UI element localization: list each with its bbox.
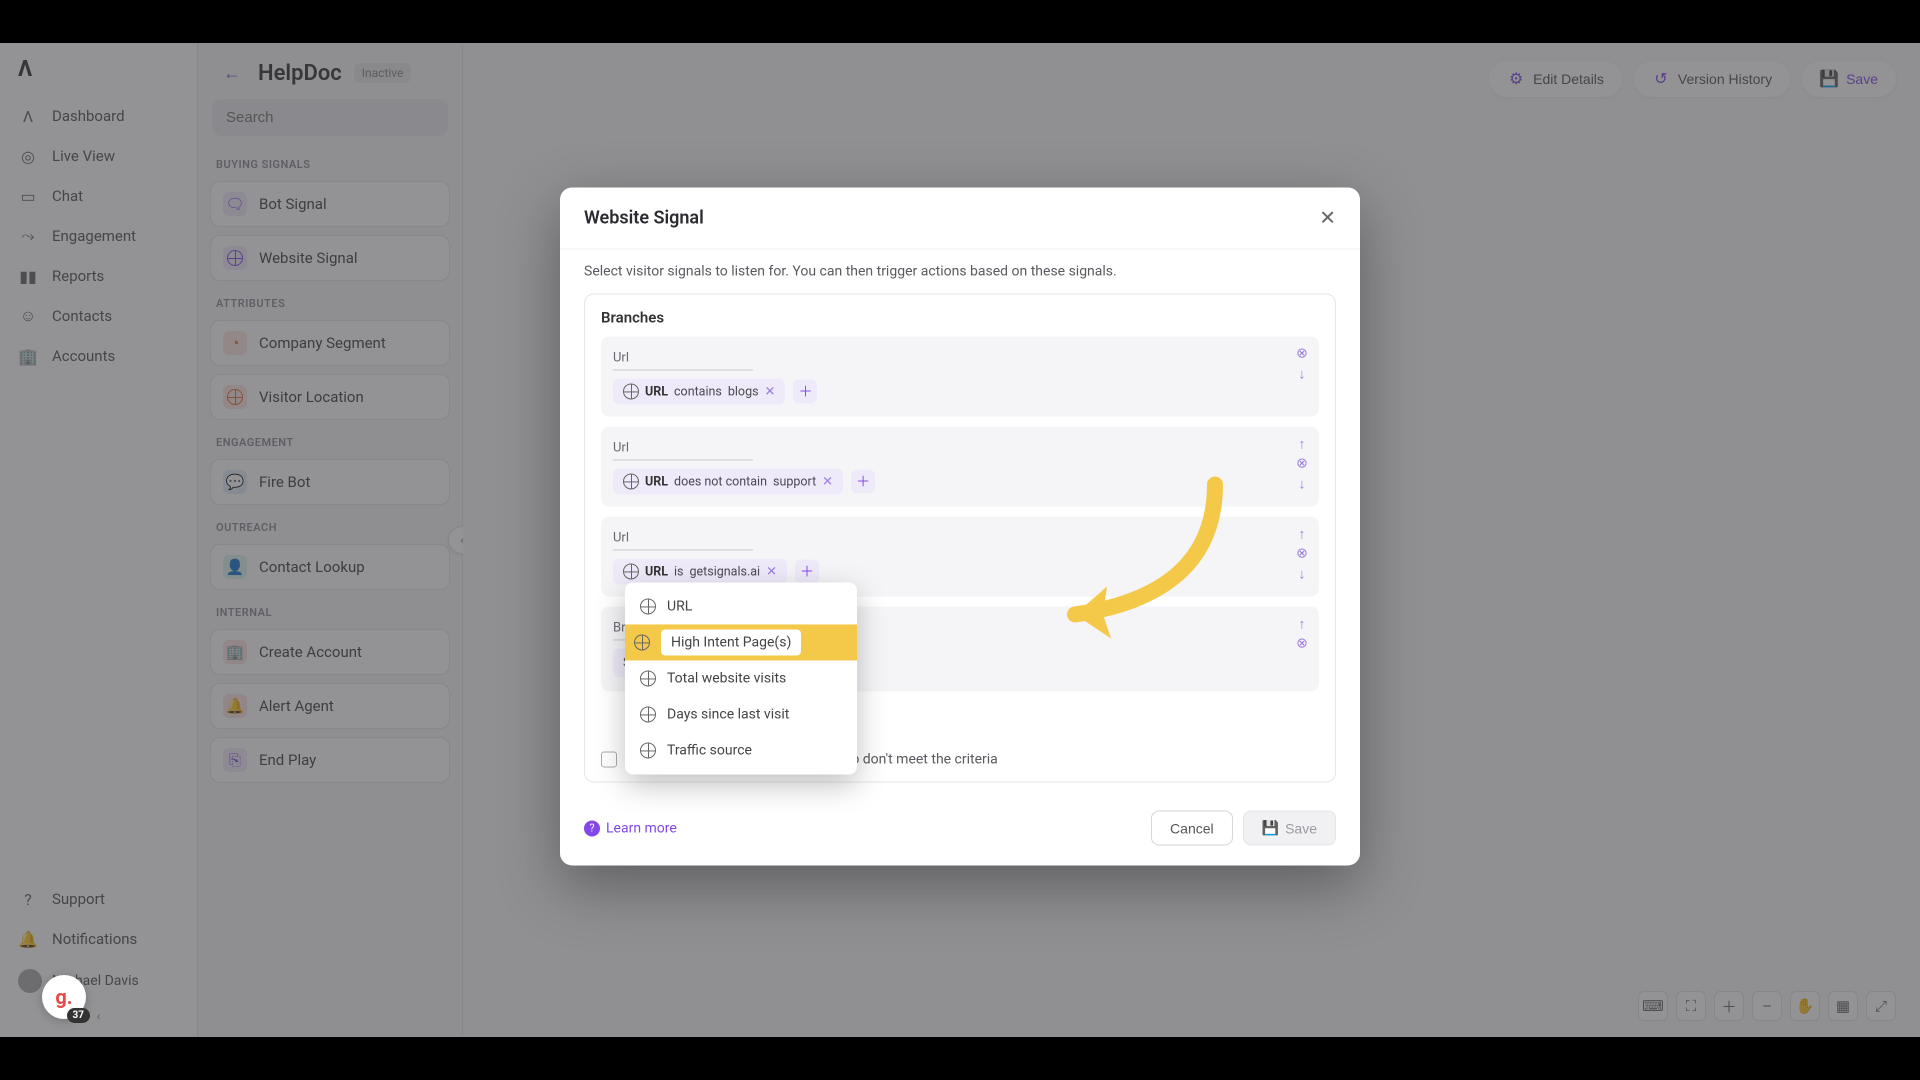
move-up-button[interactable]: ↑	[1293, 434, 1311, 452]
move-down-button[interactable]: ↓	[1293, 474, 1311, 492]
learn-more-link[interactable]: ? Learn more	[584, 820, 677, 836]
chip-val: support	[773, 474, 816, 489]
app-frame: Λ Λ Dashboard ◎ Live View ▭ Chat ⤳ Engag…	[0, 43, 1920, 1037]
cancel-button[interactable]: Cancel	[1151, 810, 1233, 845]
branch-label-input[interactable]: Url	[613, 348, 753, 370]
g-widget[interactable]: g. 37	[42, 975, 86, 1019]
branch-row: Url URL contains blogs ✕ ＋ ⊗ ↓	[601, 336, 1319, 416]
dropdown-label: URL	[667, 598, 692, 614]
dropdown-item-total-visits[interactable]: Total website visits	[625, 660, 857, 696]
chip-op: contains	[674, 384, 722, 399]
branch-label-input[interactable]: Url	[613, 438, 753, 460]
dropdown-item-high-intent[interactable]: High Intent Page(s)	[625, 624, 857, 660]
fallback-checkbox[interactable]	[601, 751, 617, 767]
chip-val: blogs	[728, 384, 759, 399]
chip-field: URL	[645, 474, 668, 489]
filter-chip[interactable]: URL contains blogs ✕	[613, 378, 785, 404]
dropdown-label: Total website visits	[667, 670, 786, 686]
remove-branch-button[interactable]: ⊗	[1293, 634, 1311, 652]
remove-chip-button[interactable]: ✕	[765, 384, 776, 399]
filter-dropdown: URL High Intent Page(s) Total website vi…	[625, 582, 857, 774]
learn-more-text: Learn more	[606, 820, 677, 836]
modal-save-button[interactable]: 💾 Save	[1243, 810, 1336, 845]
move-up-button[interactable]: ↑	[1293, 614, 1311, 632]
modal-footer: ? Learn more Cancel 💾 Save	[560, 796, 1360, 865]
globe-icon	[623, 563, 639, 579]
dropdown-item-url[interactable]: URL	[625, 588, 857, 624]
globe-icon	[633, 633, 651, 651]
add-filter-button[interactable]: ＋	[793, 379, 817, 403]
branches-box: Branches Url URL contains blogs ✕ ＋ ⊗	[584, 293, 1336, 782]
save-icon: 💾	[1262, 819, 1279, 836]
modal-title: Website Signal	[584, 207, 704, 228]
globe-icon	[639, 669, 657, 687]
dropdown-label: Days since last visit	[667, 706, 789, 722]
chip-op: is	[674, 564, 684, 579]
remove-chip-button[interactable]: ✕	[822, 474, 833, 489]
save-label: Save	[1285, 820, 1317, 836]
globe-icon	[639, 597, 657, 615]
branches-heading: Branches	[601, 308, 1319, 326]
globe-icon	[639, 741, 657, 759]
move-down-button[interactable]: ↓	[1293, 364, 1311, 382]
remove-chip-button[interactable]: ✕	[766, 564, 777, 579]
dropdown-item-days-since[interactable]: Days since last visit	[625, 696, 857, 732]
globe-icon	[623, 473, 639, 489]
filter-chip[interactable]: URL does not contain support ✕	[613, 468, 843, 494]
dropdown-item-traffic-source[interactable]: Traffic source	[625, 732, 857, 768]
dropdown-label: Traffic source	[667, 742, 752, 758]
remove-branch-button[interactable]: ⊗	[1293, 344, 1311, 362]
modal-subtitle: Select visitor signals to listen for. Yo…	[560, 249, 1360, 293]
add-filter-button[interactable]: ＋	[851, 469, 875, 493]
close-icon: ✕	[1319, 207, 1336, 229]
modal-header: Website Signal ✕	[560, 187, 1360, 249]
help-icon: ?	[584, 820, 600, 836]
dropdown-label: High Intent Page(s)	[671, 634, 791, 650]
move-up-button[interactable]: ↑	[1293, 524, 1311, 542]
website-signal-modal: Website Signal ✕ Select visitor signals …	[560, 187, 1360, 865]
chip-val: getsignals.ai	[690, 564, 761, 579]
branch-label-input[interactable]: Url	[613, 528, 753, 550]
close-button[interactable]: ✕	[1319, 205, 1336, 230]
chip-field: URL	[645, 564, 668, 579]
chip-op: does not contain	[674, 474, 767, 489]
move-down-button[interactable]: ↓	[1293, 564, 1311, 582]
g-glyph: g.	[55, 985, 72, 1009]
remove-branch-button[interactable]: ⊗	[1293, 544, 1311, 562]
filter-chip[interactable]: URL is getsignals.ai ✕	[613, 558, 787, 584]
add-filter-button[interactable]: ＋	[795, 559, 819, 583]
remove-branch-button[interactable]: ⊗	[1293, 454, 1311, 472]
chip-field: URL	[645, 384, 668, 399]
globe-icon	[623, 383, 639, 399]
globe-icon	[639, 705, 657, 723]
g-badge: 37	[67, 1008, 90, 1023]
branch-row: Url URL does not contain support ✕ ＋ ↑ ⊗…	[601, 426, 1319, 506]
